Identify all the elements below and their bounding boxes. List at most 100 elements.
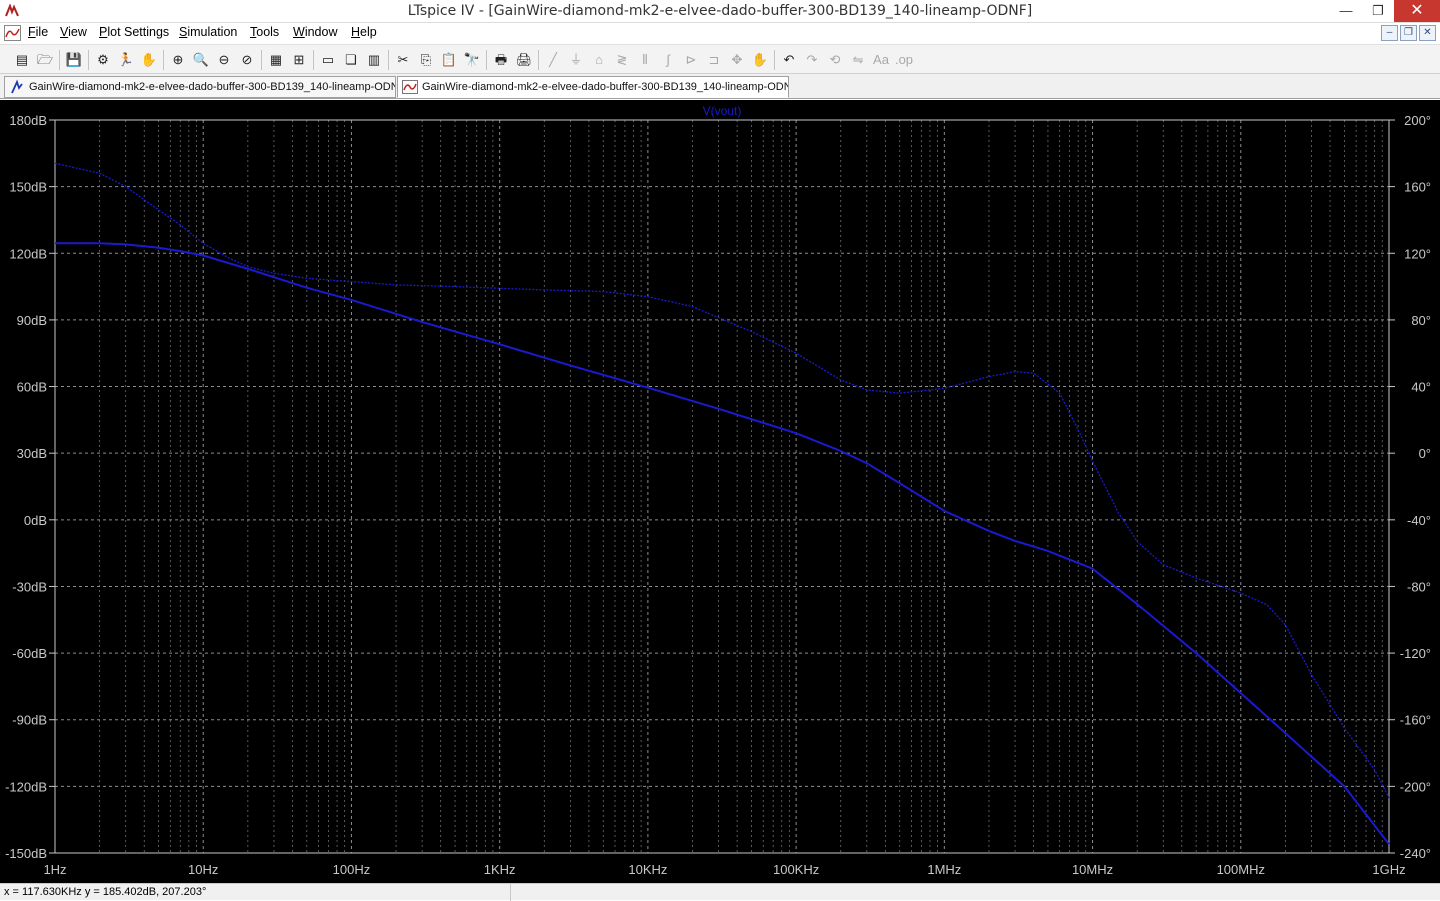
autorange-icon[interactable]: ▦ — [266, 50, 286, 69]
run-icon[interactable]: 🏃 — [116, 50, 136, 69]
waveform-plot-pane[interactable]: 1Hz 10Hz 100Hz 1KHz 10KHz 100KHz 1MHz 10MHz 100M… — [0, 100, 1440, 883]
mdi-restore-button[interactable]: ❐ — [1400, 25, 1417, 41]
y-left-tick-label: -150dB — [5, 846, 47, 861]
minimize-button[interactable]: — — [1330, 0, 1362, 22]
component-icon[interactable]: ⊐ — [704, 50, 724, 69]
cut-icon[interactable]: ✂ — [393, 50, 413, 69]
mirror-icon[interactable]: ⇋ — [848, 50, 868, 69]
x-tick-label: 1KHz — [484, 862, 516, 877]
x-tick-label: 1MHz — [927, 862, 961, 877]
menu-help[interactable]: Help — [351, 25, 377, 39]
toolbar-separator — [59, 50, 60, 70]
tile-vertical-icon[interactable]: ▥ — [364, 50, 384, 69]
zoom-cancel-icon[interactable]: ⊘ — [237, 50, 257, 69]
x-tick-label: 100Hz — [333, 862, 371, 877]
y-right-tick-label: -40° — [1407, 513, 1431, 528]
title-bar: LTspice IV - [GainWire-diamond-mk2-e-elv… — [0, 0, 1440, 23]
status-bar: x = 117.630KHz y = 185.402dB, 207.203° — [0, 883, 1440, 901]
wire-icon[interactable]: ╱ — [543, 50, 563, 69]
toolbar: ▤ 🗁 💾 ⚙ 🏃 ✋ ⊕ 🔍 ⊖ ⊘ ▦ ⊞ ▭ ❏ ▥ ✂ ⎘ 📋 🔭 🖶 🖨 ╱ ⏚ ⌂ ≷ ⫴ ∫ ⊳ ⊐ ✥ ✋ ↶ ↷ ⟲ ⇋ Aa .op — [0, 44, 1440, 74]
move-icon[interactable]: ✥ — [727, 50, 747, 69]
document-tabs: GainWire-diamond-mk2-e-elvee-dado-buffer… — [0, 74, 1440, 99]
maximize-button[interactable]: ❐ — [1362, 0, 1394, 22]
tab-waveform[interactable]: GainWire-diamond-mk2-e-elvee-dado-buffer… — [397, 76, 789, 98]
tab-waveform-label: GainWire-diamond-mk2-e-elvee-dado-buffer… — [422, 81, 789, 93]
y-left-tick-label: 60dB — [17, 380, 47, 395]
close-button[interactable]: ✕ — [1394, 0, 1440, 22]
mdi-minimize-button[interactable]: – — [1381, 25, 1398, 41]
plot-frame — [54, 119, 1390, 854]
waveform-icon — [402, 80, 418, 94]
menu-plot-settings[interactable]: Plot Settings — [99, 25, 169, 39]
fit-icon[interactable]: ⊞ — [289, 50, 309, 69]
halt-icon[interactable]: ✋ — [139, 50, 159, 69]
zoom-in-icon[interactable]: ⊕ — [168, 50, 188, 69]
menu-tools[interactable]: Tools — [250, 25, 279, 39]
menu-simulation[interactable]: Simulation — [179, 25, 237, 39]
toolbar-separator — [486, 50, 487, 70]
x-tick-label: 1Hz — [43, 862, 66, 877]
y-left-tick-label: 120dB — [9, 246, 47, 261]
x-tick-label: 10MHz — [1072, 862, 1113, 877]
status-divider — [510, 884, 511, 901]
rotate-icon[interactable]: ⟲ — [825, 50, 845, 69]
open-folder-icon[interactable]: 🗁 — [35, 50, 55, 69]
menu-view[interactable]: View — [60, 25, 87, 39]
y-right-tick-label: 120° — [1404, 246, 1431, 261]
x-tick-label: 10Hz — [188, 862, 218, 877]
menu-bar: File View Plot Settings Simulation Tools… — [0, 23, 1440, 44]
find-icon[interactable]: 🔭 — [462, 50, 482, 69]
undo-icon[interactable]: ↶ — [779, 50, 799, 69]
toolbar-separator — [261, 50, 262, 70]
menu-window[interactable]: Window — [293, 25, 337, 39]
schematic-icon — [11, 79, 23, 94]
toolbar-separator — [313, 50, 314, 70]
zoom-out-icon[interactable]: ⊖ — [214, 50, 234, 69]
resistor-icon[interactable]: ≷ — [612, 50, 632, 69]
menu-file[interactable]: File — [28, 25, 48, 39]
y-right-tick-label: -160° — [1400, 713, 1431, 728]
spice-directive-icon[interactable]: .op — [894, 50, 914, 69]
y-right-tick-label: -240° — [1400, 846, 1431, 861]
y-right-tick-label: 160° — [1404, 180, 1431, 195]
text-icon[interactable]: Aa — [871, 50, 891, 69]
y-right-tick-label: 0° — [1419, 446, 1431, 461]
ground-icon[interactable]: ⏚ — [566, 50, 586, 69]
open-schematic-icon[interactable]: ▤ — [12, 50, 32, 69]
y-right-tick-label: -120° — [1400, 646, 1431, 661]
label-icon[interactable]: ⌂ — [589, 50, 609, 69]
inductor-icon[interactable]: ∫ — [658, 50, 678, 69]
y-left-tick-label: -90dB — [12, 713, 47, 728]
y-right-tick-label: 40° — [1411, 380, 1431, 395]
y-left-tick-label: 150dB — [9, 180, 47, 195]
settings-icon[interactable]: ⚙ — [93, 50, 113, 69]
y-right-tick-label: 200° — [1404, 113, 1431, 128]
y-left-tick-label: 30dB — [17, 446, 47, 461]
paste-icon[interactable]: 📋 — [439, 50, 459, 69]
redo-icon[interactable]: ↷ — [802, 50, 822, 69]
phase-trace — [54, 162, 1390, 799]
cascade-icon[interactable]: ❏ — [341, 50, 361, 69]
tile-horizontal-icon[interactable]: ▭ — [318, 50, 338, 69]
tab-schematic-label: GainWire-diamond-mk2-e-elvee-dado-buffer… — [29, 81, 396, 93]
waveform-doc-icon[interactable] — [4, 25, 21, 41]
y-right-tick-label: -80° — [1407, 579, 1431, 594]
diode-icon[interactable]: ⊳ — [681, 50, 701, 69]
drag-icon[interactable]: ✋ — [750, 50, 770, 69]
mdi-close-button[interactable]: ✕ — [1419, 25, 1436, 41]
print-preview-icon[interactable]: 🖨 — [514, 50, 534, 69]
print-icon[interactable]: 🖶 — [491, 50, 511, 69]
tab-schematic[interactable]: GainWire-diamond-mk2-e-elvee-dado-buffer… — [4, 76, 396, 98]
save-icon[interactable]: 💾 — [64, 50, 84, 69]
capacitor-icon[interactable]: ⫴ — [635, 50, 655, 69]
toolbar-separator — [388, 50, 389, 70]
bode-plot[interactable]: 1Hz 10Hz 100Hz 1KHz 10KHz 100KHz 1MHz 10MHz 100M… — [0, 100, 1440, 883]
y-right-tick-label: 80° — [1411, 313, 1431, 328]
toolbar-separator — [538, 50, 539, 70]
copy-icon[interactable]: ⎘ — [416, 50, 436, 69]
zoom-area-icon[interactable]: 🔍 — [191, 50, 211, 69]
y-left-tick-label: -30dB — [12, 579, 47, 594]
toolbar-separator — [774, 50, 775, 70]
y-left-tick-label: 180dB — [9, 113, 47, 128]
y-left-tick-label: 90dB — [17, 313, 47, 328]
